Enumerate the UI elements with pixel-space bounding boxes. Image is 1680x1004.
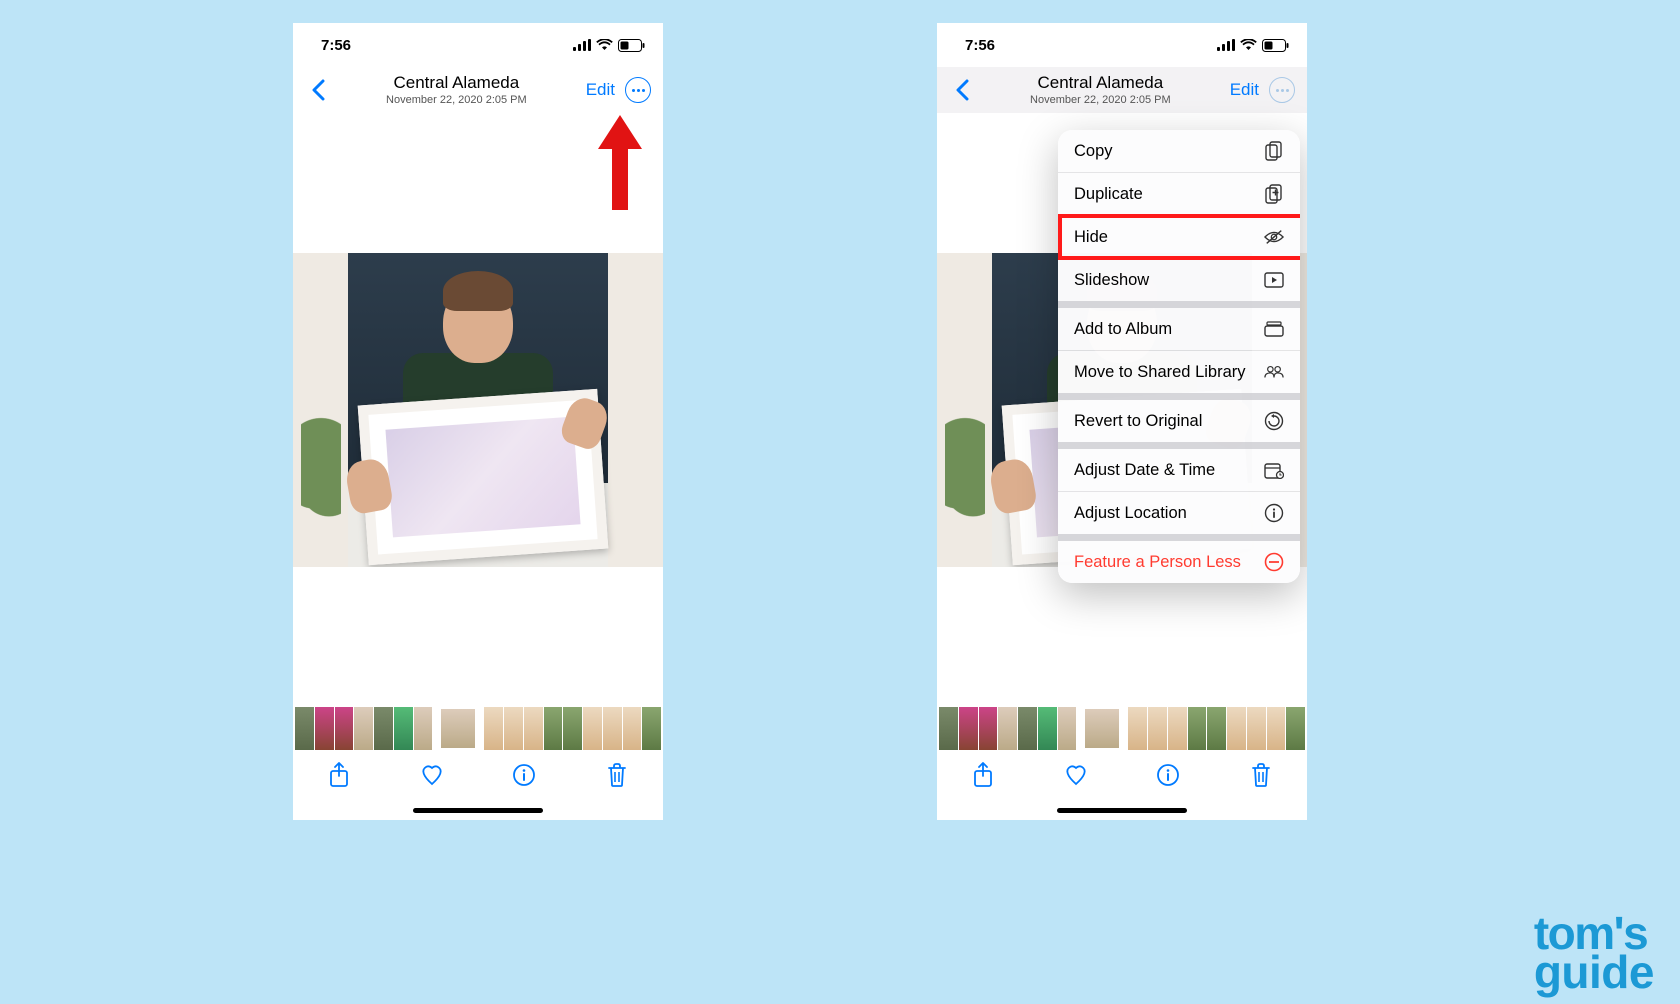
favorite-button[interactable] — [419, 762, 445, 788]
delete-button[interactable] — [1248, 762, 1274, 788]
heart-icon — [420, 764, 444, 786]
hide-icon — [1264, 227, 1284, 247]
menu-slideshow[interactable]: Slideshow — [1058, 259, 1300, 301]
album-icon — [1264, 319, 1284, 339]
info-button[interactable] — [1155, 762, 1181, 788]
people-icon — [1264, 362, 1284, 382]
nav-bar: Central Alameda November 22, 2020 2:05 P… — [937, 67, 1307, 113]
menu-adjust-location-label: Adjust Location — [1074, 504, 1187, 523]
phone-left: 7:56 Central Alameda November 22, 2020 2… — [293, 23, 663, 820]
attribution: tom's guide — [1534, 914, 1654, 992]
nav-title: Central Alameda November 22, 2020 2:05 P… — [977, 74, 1224, 107]
edit-button[interactable]: Edit — [580, 80, 621, 100]
home-indicator[interactable] — [293, 800, 663, 820]
chevron-left-icon — [955, 79, 969, 101]
status-time: 7:56 — [965, 37, 995, 54]
photo-content — [293, 253, 663, 567]
thumbnail-strip[interactable] — [937, 707, 1307, 750]
duplicate-icon — [1264, 184, 1284, 204]
heart-icon — [1064, 764, 1088, 786]
thumbnail-selected[interactable] — [439, 707, 477, 750]
nav-location: Central Alameda — [333, 74, 580, 93]
home-indicator[interactable] — [937, 800, 1307, 820]
more-button[interactable] — [1269, 77, 1295, 103]
calendar-icon — [1264, 460, 1284, 480]
menu-adjust-location[interactable]: Adjust Location — [1058, 492, 1300, 534]
share-icon — [329, 762, 349, 788]
wifi-icon — [1240, 39, 1257, 51]
trash-icon — [607, 763, 627, 787]
menu-duplicate-label: Duplicate — [1074, 185, 1143, 204]
status-indicators — [573, 39, 645, 52]
signal-icon — [573, 39, 591, 51]
thumbnail-selected[interactable] — [1083, 707, 1121, 750]
nav-datetime: November 22, 2020 2:05 PM — [333, 94, 580, 106]
menu-move-shared-label: Move to Shared Library — [1074, 363, 1246, 382]
delete-button[interactable] — [604, 762, 630, 788]
favorite-button[interactable] — [1063, 762, 1089, 788]
trash-icon — [1251, 763, 1271, 787]
battery-icon — [1262, 39, 1289, 52]
menu-revert-label: Revert to Original — [1074, 412, 1202, 431]
back-button[interactable] — [303, 75, 333, 105]
ellipsis-icon — [1276, 89, 1289, 92]
menu-copy[interactable]: Copy — [1058, 130, 1300, 172]
thumbnail-strip[interactable] — [293, 707, 663, 750]
chevron-left-icon — [311, 79, 325, 101]
attribution-line2: guide — [1534, 953, 1654, 992]
nav-bar: Central Alameda November 22, 2020 2:05 P… — [293, 67, 663, 113]
ellipsis-icon — [632, 89, 645, 92]
menu-duplicate[interactable]: Duplicate — [1058, 173, 1300, 215]
photo-viewport — [293, 113, 663, 750]
share-button[interactable] — [326, 762, 352, 788]
menu-hide-label: Hide — [1074, 228, 1108, 247]
share-button[interactable] — [970, 762, 996, 788]
bottom-toolbar — [937, 750, 1307, 800]
photo-main[interactable] — [293, 113, 663, 707]
menu-move-shared[interactable]: Move to Shared Library — [1058, 351, 1300, 393]
menu-copy-label: Copy — [1074, 142, 1113, 161]
revert-icon — [1264, 411, 1284, 431]
context-menu: Copy Duplicate Hide Slideshow — [1058, 130, 1300, 583]
status-indicators — [1217, 39, 1289, 52]
menu-feature-less[interactable]: Feature a Person Less — [1058, 541, 1300, 583]
info-icon — [1157, 764, 1179, 786]
menu-hide[interactable]: Hide — [1058, 216, 1300, 258]
status-time: 7:56 — [321, 37, 351, 54]
nav-datetime: November 22, 2020 2:05 PM — [977, 94, 1224, 106]
battery-icon — [618, 39, 645, 52]
wifi-icon — [596, 39, 613, 51]
slideshow-icon — [1264, 270, 1284, 290]
menu-adjust-datetime[interactable]: Adjust Date & Time — [1058, 449, 1300, 491]
menu-revert[interactable]: Revert to Original — [1058, 400, 1300, 442]
more-button[interactable] — [625, 77, 651, 103]
status-bar: 7:56 — [937, 23, 1307, 67]
copy-icon — [1264, 141, 1284, 161]
location-info-icon — [1264, 503, 1284, 523]
share-icon — [973, 762, 993, 788]
menu-add-album[interactable]: Add to Album — [1058, 308, 1300, 350]
menu-feature-less-label: Feature a Person Less — [1074, 553, 1241, 572]
menu-adjust-datetime-label: Adjust Date & Time — [1074, 461, 1215, 480]
signal-icon — [1217, 39, 1235, 51]
nav-title: Central Alameda November 22, 2020 2:05 P… — [333, 74, 580, 107]
status-bar: 7:56 — [293, 23, 663, 67]
edit-button[interactable]: Edit — [1224, 80, 1265, 100]
back-button[interactable] — [947, 75, 977, 105]
bottom-toolbar — [293, 750, 663, 800]
menu-slideshow-label: Slideshow — [1074, 271, 1149, 290]
info-button[interactable] — [511, 762, 537, 788]
nav-location: Central Alameda — [977, 74, 1224, 93]
minus-circle-icon — [1264, 552, 1284, 572]
phone-right: 7:56 Central Alameda November 22, 2020 2… — [937, 23, 1307, 820]
info-icon — [513, 764, 535, 786]
menu-add-album-label: Add to Album — [1074, 320, 1172, 339]
